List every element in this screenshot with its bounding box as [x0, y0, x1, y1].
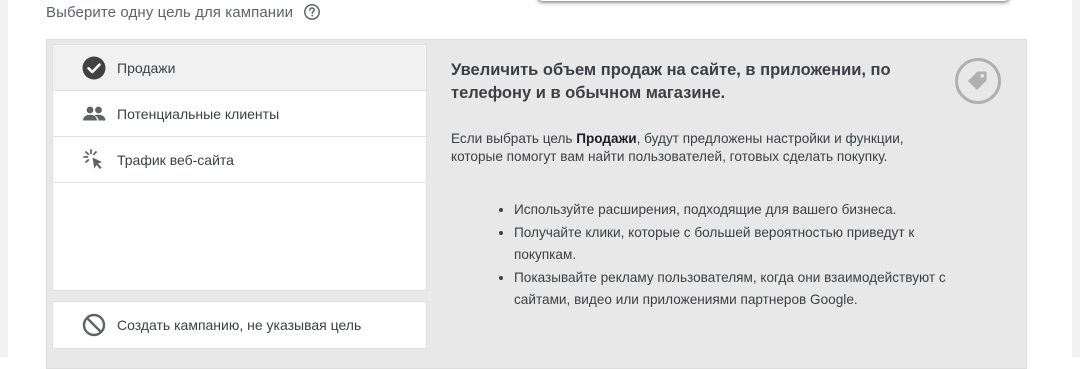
goal-heading: Выберите одну цель для кампании	[46, 3, 321, 21]
no-goal-label: Создать кампанию, не указывая цель	[117, 317, 362, 333]
tag-icon	[955, 58, 1001, 104]
goal-list: Продажи Потенциальные клиенты Трафик веб…	[52, 44, 427, 291]
goal-item-leads[interactable]: Потенциальные клиенты	[53, 91, 426, 137]
left-edge	[0, 0, 8, 357]
desc-prefix: Если выбрать цель	[451, 131, 577, 146]
block-icon	[81, 312, 107, 338]
cursor-click-icon	[81, 147, 107, 173]
goal-detail-bullets: Используйте расширения, подходящие для в…	[497, 199, 964, 312]
goal-item-sales[interactable]: Продажи	[53, 45, 426, 91]
right-edge	[1072, 0, 1080, 357]
help-circle-icon[interactable]	[303, 3, 321, 21]
goal-label-leads: Потенциальные клиенты	[117, 105, 280, 122]
bullet-item: Показывайте рекламу пользователям, когда…	[514, 267, 964, 312]
people-icon	[81, 101, 107, 127]
goal-heading-text: Выберите одну цель для кампании	[46, 3, 294, 21]
popup-card	[537, 0, 1010, 1]
bullet-item: Получайте клики, которые с большей вероя…	[514, 222, 964, 267]
goal-label-sales: Продажи	[117, 59, 176, 76]
check-circle-icon	[81, 55, 107, 81]
goal-item-website-traffic[interactable]: Трафик веб-сайта	[53, 137, 426, 183]
bullet-item: Используйте расширения, подходящие для в…	[514, 199, 964, 222]
goal-detail-title: Увеличить объем продаж на сайте, в прило…	[451, 61, 891, 102]
goal-detail-description: Если выбрать цель Продажи, будут предлож…	[451, 130, 911, 166]
no-goal-option[interactable]: Создать кампанию, не указывая цель	[52, 301, 427, 349]
desc-bold-goal: Продажи	[576, 131, 637, 146]
goal-label-website-traffic: Трафик веб-сайта	[117, 151, 234, 168]
